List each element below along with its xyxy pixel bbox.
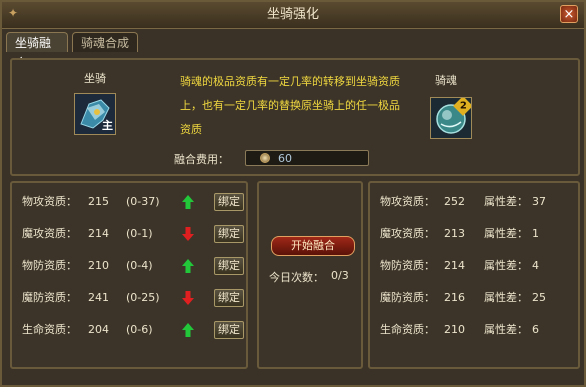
diff-value: 1 — [532, 227, 539, 240]
fusion-top-panel: 坐骑 主 骑魂的极品资质有一定几率的转移到坐骑资质上，也有一定几率的替换原坐骑上… — [10, 58, 580, 176]
soul-label: 骑魂 — [435, 74, 457, 87]
stat-name: 物攻资质： — [22, 195, 77, 208]
diff-label: 属性差： — [484, 259, 528, 272]
fee-field: 60 — [245, 150, 369, 166]
stat-value: 204 — [88, 323, 109, 336]
result-stat-name: 魔攻资质： — [380, 227, 435, 240]
title-bar[interactable]: ✦ 坐骑强化 × — [2, 2, 584, 29]
result-stat-value: 213 — [444, 227, 465, 240]
diff-value: 37 — [532, 195, 546, 208]
ornament-icon: ✦ — [7, 6, 19, 20]
start-fusion-label: 开始融合 — [291, 239, 335, 252]
bind-label: 绑定 — [218, 227, 240, 240]
fusion-description: 骑魂的极品资质有一定几率的转移到坐骑资质上，也有一定几率的替换原坐骑上的任一极品… — [180, 75, 400, 136]
result-stat-value: 216 — [444, 291, 465, 304]
result-stat-name: 魔防资质： — [380, 291, 435, 304]
stat-value: 214 — [88, 227, 109, 240]
stat-range: (0-4) — [126, 259, 153, 272]
coin-icon — [260, 153, 270, 163]
stat-name: 物防资质： — [22, 259, 77, 272]
fee-label: 融合费用： — [174, 153, 229, 166]
fusion-action-panel: 开始融合 今日次数： 0/3 — [257, 181, 363, 369]
arrow-up-icon — [182, 259, 194, 273]
tab-mount-fusion[interactable]: 坐骑融合 — [6, 32, 68, 70]
result-stat-name: 物防资质： — [380, 259, 435, 272]
bind-button[interactable]: 绑定 — [214, 193, 244, 211]
diff-label: 属性差： — [484, 323, 528, 336]
stat-range: (0-37) — [126, 195, 160, 208]
stat-value: 215 — [88, 195, 109, 208]
bind-label: 绑定 — [218, 195, 240, 208]
arrow-down-icon — [182, 291, 194, 305]
diff-value: 4 — [532, 259, 539, 272]
tab-soul-synthesis[interactable]: 骑魂合成 — [72, 32, 138, 52]
stat-value: 241 — [88, 291, 109, 304]
mount-slot[interactable]: 主 — [74, 93, 116, 135]
diff-label: 属性差： — [484, 195, 528, 208]
bind-label: 绑定 — [218, 259, 240, 272]
fee-value: 60 — [278, 152, 292, 165]
stat-value: 210 — [88, 259, 109, 272]
result-stat-name: 物攻资质： — [380, 195, 435, 208]
result-stat-value: 214 — [444, 259, 465, 272]
stat-range: (0-1) — [126, 227, 153, 240]
window-title: 坐骑强化 — [266, 7, 319, 22]
mount-label: 坐骑 — [84, 72, 106, 85]
arrow-up-icon — [182, 323, 194, 337]
soul-slot[interactable]: 2 — [430, 97, 472, 139]
bind-label: 绑定 — [218, 291, 240, 304]
daily-count-value: 0/3 — [331, 269, 349, 282]
tab-label: 骑魂合成 — [81, 36, 130, 50]
result-stats-panel: 物攻资质： 252 属性差： 37 魔攻资质： 213 属性差： 1 物防资质： 214 属性差： 4… — [368, 181, 580, 369]
bind-button[interactable]: 绑定 — [214, 289, 244, 307]
result-stat-value: 210 — [444, 323, 465, 336]
close-button[interactable]: × — [560, 5, 578, 23]
mount-enhance-window: ✦ 坐骑强化 × 坐骑融合 骑魂合成 坐骑 主 骑魂的极品资质有一定几率的转移到… — [0, 0, 586, 387]
diff-label: 属性差： — [484, 291, 528, 304]
daily-count-label: 今日次数： — [269, 271, 324, 284]
current-stats-panel: 物攻资质： 215 (0-37) 绑定 魔攻资质： 214 (0-1) 绑定 物防资质： 210(… — [10, 181, 248, 369]
bind-button[interactable]: 绑定 — [214, 225, 244, 243]
diff-value: 6 — [532, 323, 539, 336]
arrow-up-icon — [182, 195, 194, 209]
bind-button[interactable]: 绑定 — [214, 257, 244, 275]
stat-name: 生命资质： — [22, 323, 77, 336]
result-stat-value: 252 — [444, 195, 465, 208]
diff-value: 25 — [532, 291, 546, 304]
arrow-down-icon — [182, 227, 194, 241]
bind-label: 绑定 — [218, 323, 240, 336]
master-badge: 主 — [102, 119, 113, 132]
stat-name: 魔防资质： — [22, 291, 77, 304]
bind-button[interactable]: 绑定 — [214, 321, 244, 339]
start-fusion-button[interactable]: 开始融合 — [271, 236, 355, 256]
stat-range: (0-6) — [126, 323, 153, 336]
result-stat-name: 生命资质： — [380, 323, 435, 336]
stat-name: 魔攻资质： — [22, 227, 77, 240]
close-icon: × — [563, 7, 575, 22]
stat-range: (0-25) — [126, 291, 160, 304]
diff-label: 属性差： — [484, 227, 528, 240]
